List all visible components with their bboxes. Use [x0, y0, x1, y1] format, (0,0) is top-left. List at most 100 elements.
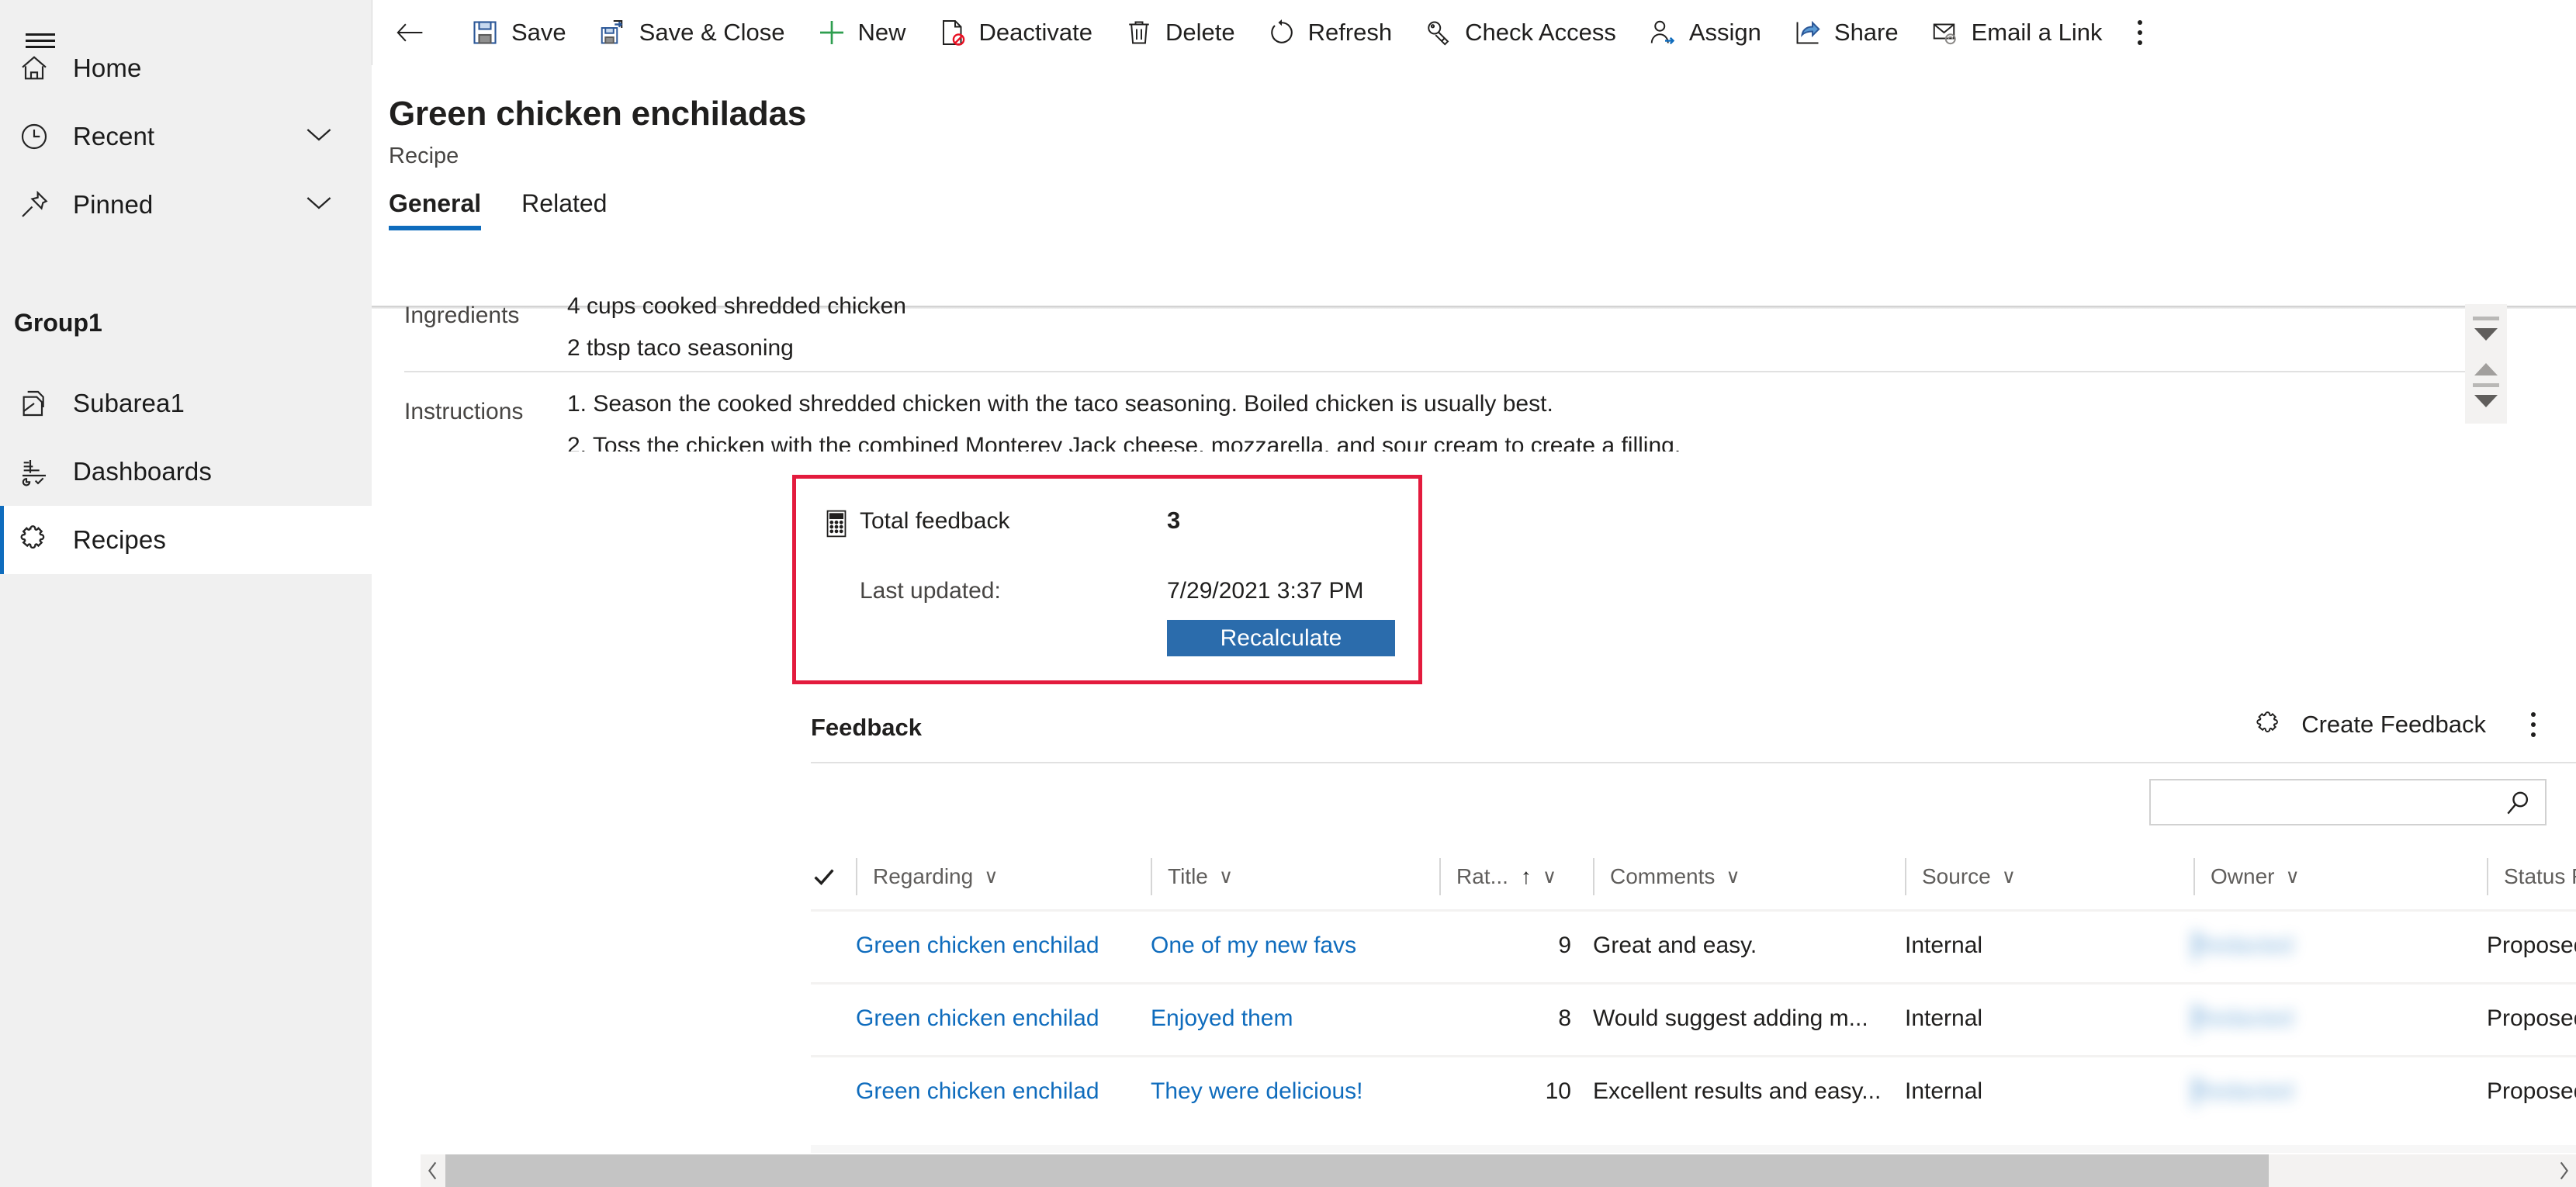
- chevron-down-icon[interactable]: [303, 125, 334, 149]
- more-vertical-icon: [2138, 20, 2143, 45]
- delete-button[interactable]: Delete: [1108, 0, 1251, 65]
- share-icon: [1792, 17, 1823, 48]
- chevron-right-icon[interactable]: [2551, 1161, 2576, 1180]
- table-row[interactable]: Green chicken enchilad One of my new fav…: [811, 909, 2576, 982]
- command-bar-overflow-button[interactable]: [2117, 0, 2162, 65]
- field-value-ingredients: 4 cups cooked shredded chicken 2 tbsp ta…: [567, 295, 2119, 369]
- puzzle-icon: [2255, 711, 2283, 739]
- sidebar-item-recent[interactable]: Recent: [0, 102, 372, 171]
- column-header-source[interactable]: Source ∨: [1905, 844, 2016, 909]
- tab-related[interactable]: Related: [521, 189, 607, 230]
- search-icon[interactable]: [2503, 789, 2533, 822]
- feedback-grid: Regarding ∨ Title ∨ Rat... ↑ ∨ Comments: [811, 844, 2576, 1128]
- sidebar-item-label: Recent: [73, 122, 155, 151]
- sidebar-item-home[interactable]: Home: [0, 34, 372, 102]
- last-updated-label: Last updated:: [860, 578, 1001, 604]
- cell-title[interactable]: Enjoyed them: [1151, 982, 1430, 1055]
- search-input[interactable]: [2151, 780, 2492, 824]
- sidebar-item-recipes[interactable]: Recipes: [0, 506, 372, 574]
- sidebar-item-subarea1[interactable]: Subarea1: [0, 369, 372, 438]
- refresh-button-label: Refresh: [1307, 19, 1393, 46]
- instructions-scroll-updown[interactable]: [2465, 346, 2507, 424]
- home-icon: [14, 53, 54, 84]
- more-vertical-icon: [2531, 712, 2536, 737]
- cell-owner[interactable]: Redacted: [2193, 909, 2318, 982]
- back-button[interactable]: [372, 0, 454, 65]
- cell-status-reason: Proposed: [2487, 1005, 2576, 1031]
- ingredients-scroll-down[interactable]: [2465, 304, 2507, 352]
- cell-title[interactable]: They were delicious!: [1151, 1055, 1430, 1128]
- email-a-link-button[interactable]: Email a Link: [1914, 0, 2118, 65]
- cell-status-reason: Proposed: [2487, 1078, 2576, 1104]
- column-header-label: Comments: [1610, 864, 1716, 888]
- total-feedback-value: 3: [1167, 507, 1181, 534]
- save-button[interactable]: Save: [454, 0, 582, 65]
- save-and-close-button[interactable]: Save & Close: [582, 0, 801, 65]
- select-all-checkbox[interactable]: [811, 844, 837, 909]
- page-subtitle: Recipe: [389, 144, 459, 168]
- cell-source: Internal: [1905, 1005, 1983, 1031]
- field-instructions[interactable]: Instructions 1. Season the cooked shredd…: [404, 383, 2522, 452]
- sidebar: Home Recent Pinned Group1 Subarea1 Dashb…: [0, 0, 372, 1187]
- column-header-rating[interactable]: Rat... ↑ ∨: [1439, 844, 1556, 909]
- new-button[interactable]: New: [801, 0, 922, 65]
- feedback-search-box[interactable]: [2149, 779, 2547, 825]
- scrollbar-track[interactable]: [445, 1154, 2551, 1187]
- last-updated-value: 7/29/2021 3:37 PM: [1167, 578, 1364, 604]
- field-divider: [404, 371, 2491, 372]
- assign-button[interactable]: Assign: [1632, 0, 1777, 65]
- check-access-button[interactable]: Check Access: [1407, 0, 1632, 65]
- tab-general[interactable]: General: [389, 189, 482, 230]
- horizontal-scrollbar[interactable]: [421, 1154, 2576, 1187]
- refresh-button[interactable]: Refresh: [1251, 0, 1408, 65]
- total-feedback-label: Total feedback: [860, 508, 1010, 534]
- column-header-label: Owner: [2211, 864, 2275, 888]
- chevron-down-icon[interactable]: [303, 193, 334, 217]
- save-and-close-icon: [597, 17, 628, 48]
- chevron-down-icon: ∨: [2285, 866, 2300, 888]
- chevron-left-icon[interactable]: [421, 1161, 445, 1180]
- column-header-status-reason[interactable]: Status Reason ∨: [2487, 844, 2576, 909]
- cell-owner[interactable]: Redacted: [2193, 982, 2318, 1055]
- table-row[interactable]: Green chicken enchilad Enjoyed them 8 Wo…: [811, 982, 2576, 1055]
- column-header-title[interactable]: Title ∨: [1151, 844, 1233, 909]
- instruction-line: 1. Season the cooked shredded chicken wi…: [567, 391, 1553, 417]
- sidebar-item-dashboards[interactable]: Dashboards: [0, 438, 372, 506]
- scrollbar-thumb[interactable]: [445, 1154, 2269, 1187]
- sidebar-item-label: Home: [73, 54, 142, 82]
- sidebar-item-label: Subarea1: [73, 389, 185, 417]
- sidebar-item-label: Recipes: [73, 525, 166, 554]
- sidebar-item-pinned[interactable]: Pinned: [0, 171, 372, 239]
- cell-rating: 8: [1558, 1005, 1571, 1031]
- save-icon: [469, 17, 500, 48]
- cell-regarding[interactable]: Green chicken enchilad: [856, 1055, 1143, 1128]
- cell-owner[interactable]: Redacted: [2193, 1055, 2318, 1128]
- pin-icon: [14, 189, 54, 220]
- column-header-owner[interactable]: Owner ∨: [2193, 844, 2300, 909]
- cell-title[interactable]: One of my new favs: [1151, 909, 1430, 982]
- field-value-instructions: 1. Season the cooked shredded chicken wi…: [567, 383, 2119, 452]
- email-a-link-button-label: Email a Link: [1971, 19, 2103, 46]
- create-feedback-button[interactable]: Create Feedback: [2255, 711, 2486, 739]
- share-button[interactable]: Share: [1777, 0, 1914, 65]
- cell-regarding[interactable]: Green chicken enchilad: [856, 909, 1143, 982]
- column-header-label: Title: [1168, 864, 1208, 888]
- column-header-comments[interactable]: Comments ∨: [1593, 844, 1740, 909]
- feedback-overflow-button[interactable]: [2520, 704, 2547, 745]
- deactivate-button[interactable]: Deactivate: [922, 0, 1108, 65]
- cell-regarding[interactable]: Green chicken enchilad: [856, 982, 1143, 1055]
- form-tabs: General Related: [389, 189, 647, 230]
- chevron-down-icon: ∨: [1218, 866, 1234, 888]
- documents-icon: [14, 388, 54, 419]
- column-header-regarding[interactable]: Regarding ∨: [856, 844, 999, 909]
- chevron-down-icon: ∨: [984, 866, 999, 888]
- total-feedback-card: Total feedback 3 Last updated: 7/29/2021…: [792, 475, 1422, 684]
- key-icon: [1423, 17, 1454, 48]
- cell-source: Internal: [1905, 1078, 1983, 1104]
- table-row[interactable]: Green chicken enchilad They were delicio…: [811, 1055, 2576, 1128]
- field-ingredients[interactable]: Ingredients 4 cups cooked shredded chick…: [404, 295, 2522, 369]
- recalculate-button[interactable]: Recalculate: [1167, 620, 1395, 656]
- tab-label: General: [389, 189, 482, 217]
- new-button-label: New: [857, 19, 906, 46]
- assign-button-label: Assign: [1688, 19, 1761, 46]
